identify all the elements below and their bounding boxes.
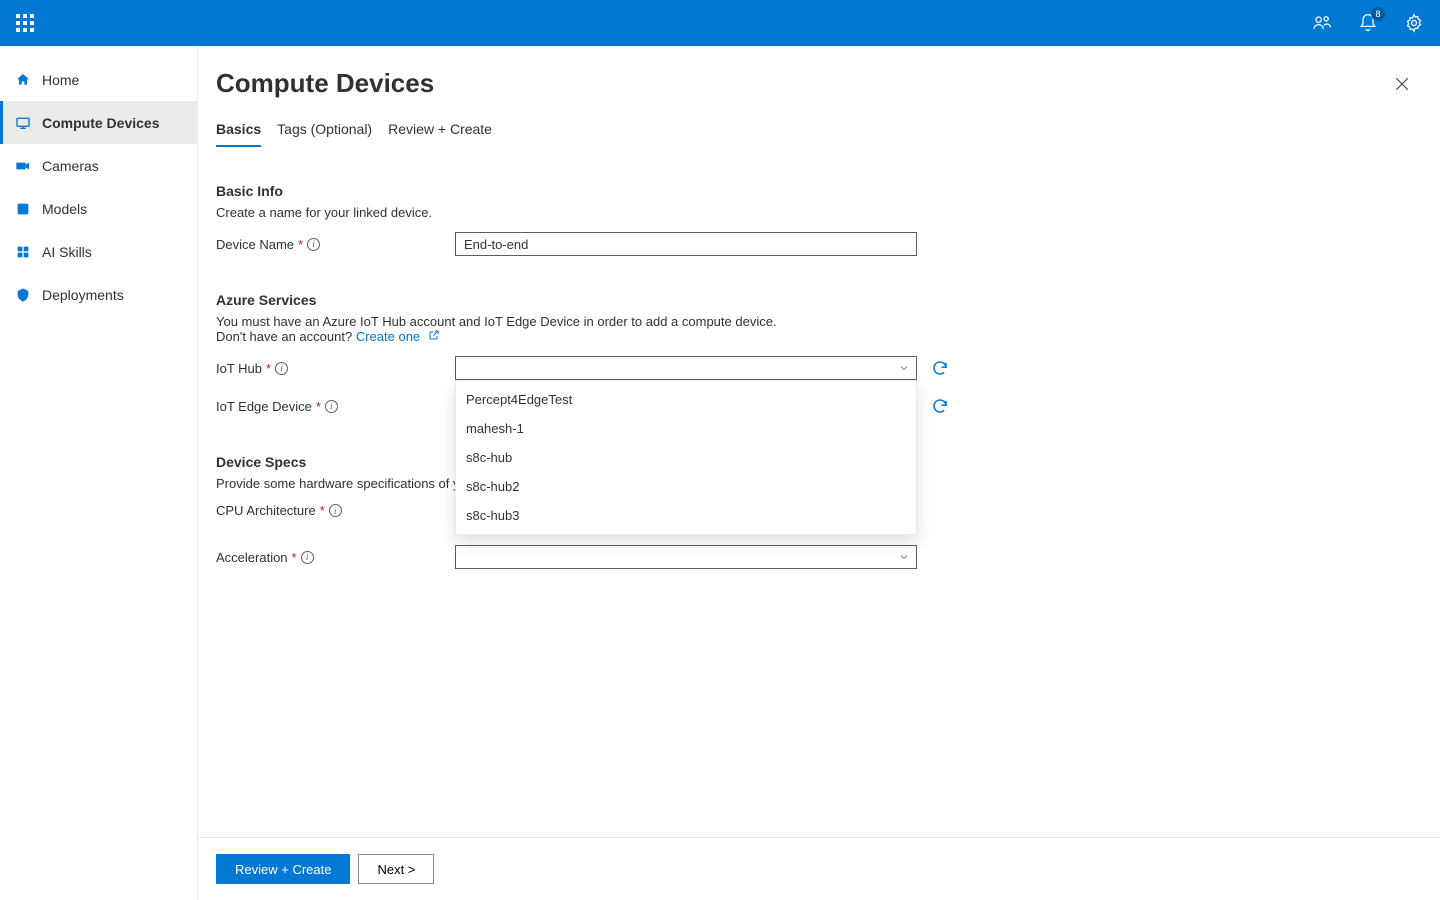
sidebar-item-label: AI Skills (42, 244, 92, 260)
info-icon[interactable]: i (307, 238, 320, 251)
required-asterisk: * (320, 503, 325, 518)
sidebar-item-models[interactable]: Models (0, 187, 197, 230)
device-icon (15, 115, 31, 131)
info-icon[interactable]: i (301, 551, 314, 564)
acceleration-select[interactable] (455, 545, 917, 569)
top-bar: 8 (0, 0, 1440, 46)
device-name-label: Device Name * i (216, 237, 455, 252)
tab-basics[interactable]: Basics (216, 121, 261, 147)
device-name-input[interactable] (455, 232, 917, 256)
footer: Review + Create Next > (198, 837, 1440, 900)
tab-review-create[interactable]: Review + Create (388, 121, 492, 147)
tab-tags[interactable]: Tags (Optional) (277, 121, 372, 147)
home-icon (15, 72, 31, 88)
section-basic-info-desc: Create a name for your linked device. (216, 205, 1422, 220)
dropdown-option[interactable]: s8c-hub2 (456, 472, 916, 501)
cpu-arch-label: CPU Architecture * i (216, 503, 455, 518)
create-one-link[interactable]: Create one (356, 329, 440, 344)
required-asterisk: * (292, 550, 297, 565)
sidebar-item-label: Deployments (42, 287, 124, 303)
dropdown-option[interactable]: s8c-hub3 (456, 501, 916, 530)
sidebar-item-label: Compute Devices (42, 115, 159, 131)
iot-hub-dropdown: Percept4EdgeTest mahesh-1 s8c-hub s8c-hu… (455, 380, 917, 535)
model-icon (15, 201, 31, 217)
page-title: Compute Devices (216, 68, 434, 99)
sidebar-item-cameras[interactable]: Cameras (0, 144, 197, 187)
section-basic-info-title: Basic Info (216, 183, 1422, 199)
skills-icon (15, 244, 31, 260)
iot-hub-select[interactable] (455, 356, 917, 380)
acceleration-label: Acceleration * i (216, 550, 455, 565)
sidebar-item-compute-devices[interactable]: Compute Devices (0, 101, 197, 144)
people-icon[interactable] (1312, 13, 1332, 33)
close-icon[interactable] (1392, 74, 1412, 94)
review-create-button[interactable]: Review + Create (216, 854, 350, 884)
next-button[interactable]: Next > (358, 854, 434, 884)
external-link-icon (428, 329, 440, 344)
chevron-down-icon (898, 551, 910, 563)
required-asterisk: * (316, 399, 321, 414)
main-content: Compute Devices Basics Tags (Optional) R… (198, 46, 1440, 900)
info-icon[interactable]: i (275, 362, 288, 375)
sidebar-item-label: Cameras (42, 158, 99, 174)
dropdown-option[interactable]: Percept4EdgeTest (456, 385, 916, 414)
notification-icon[interactable]: 8 (1358, 13, 1378, 33)
iot-edge-device-label: IoT Edge Device * i (216, 399, 455, 414)
dropdown-option[interactable]: mahesh-1 (456, 414, 916, 443)
info-icon[interactable]: i (329, 504, 342, 517)
settings-icon[interactable] (1404, 13, 1424, 33)
dropdown-option[interactable]: s8c-hub (456, 443, 916, 472)
sidebar-item-home[interactable]: Home (0, 58, 197, 101)
iot-hub-label: IoT Hub * i (216, 361, 455, 376)
sidebar-item-label: Home (42, 72, 79, 88)
section-azure-services-desc: You must have an Azure IoT Hub account a… (216, 314, 1422, 344)
camera-icon (15, 158, 31, 174)
required-asterisk: * (298, 237, 303, 252)
refresh-icon[interactable] (931, 397, 949, 415)
notification-badge: 8 (1371, 7, 1385, 21)
refresh-icon[interactable] (931, 359, 949, 377)
tabs: Basics Tags (Optional) Review + Create (198, 99, 1440, 147)
sidebar-item-deployments[interactable]: Deployments (0, 273, 197, 316)
sidebar: Home Compute Devices Cameras Models AI S… (0, 46, 198, 900)
chevron-down-icon (898, 362, 910, 374)
sidebar-item-label: Models (42, 201, 87, 217)
required-asterisk: * (266, 361, 271, 376)
sidebar-item-ai-skills[interactable]: AI Skills (0, 230, 197, 273)
waffle-icon[interactable] (16, 14, 34, 32)
info-icon[interactable]: i (325, 400, 338, 413)
section-azure-services-title: Azure Services (216, 292, 1422, 308)
deploy-icon (15, 287, 31, 303)
